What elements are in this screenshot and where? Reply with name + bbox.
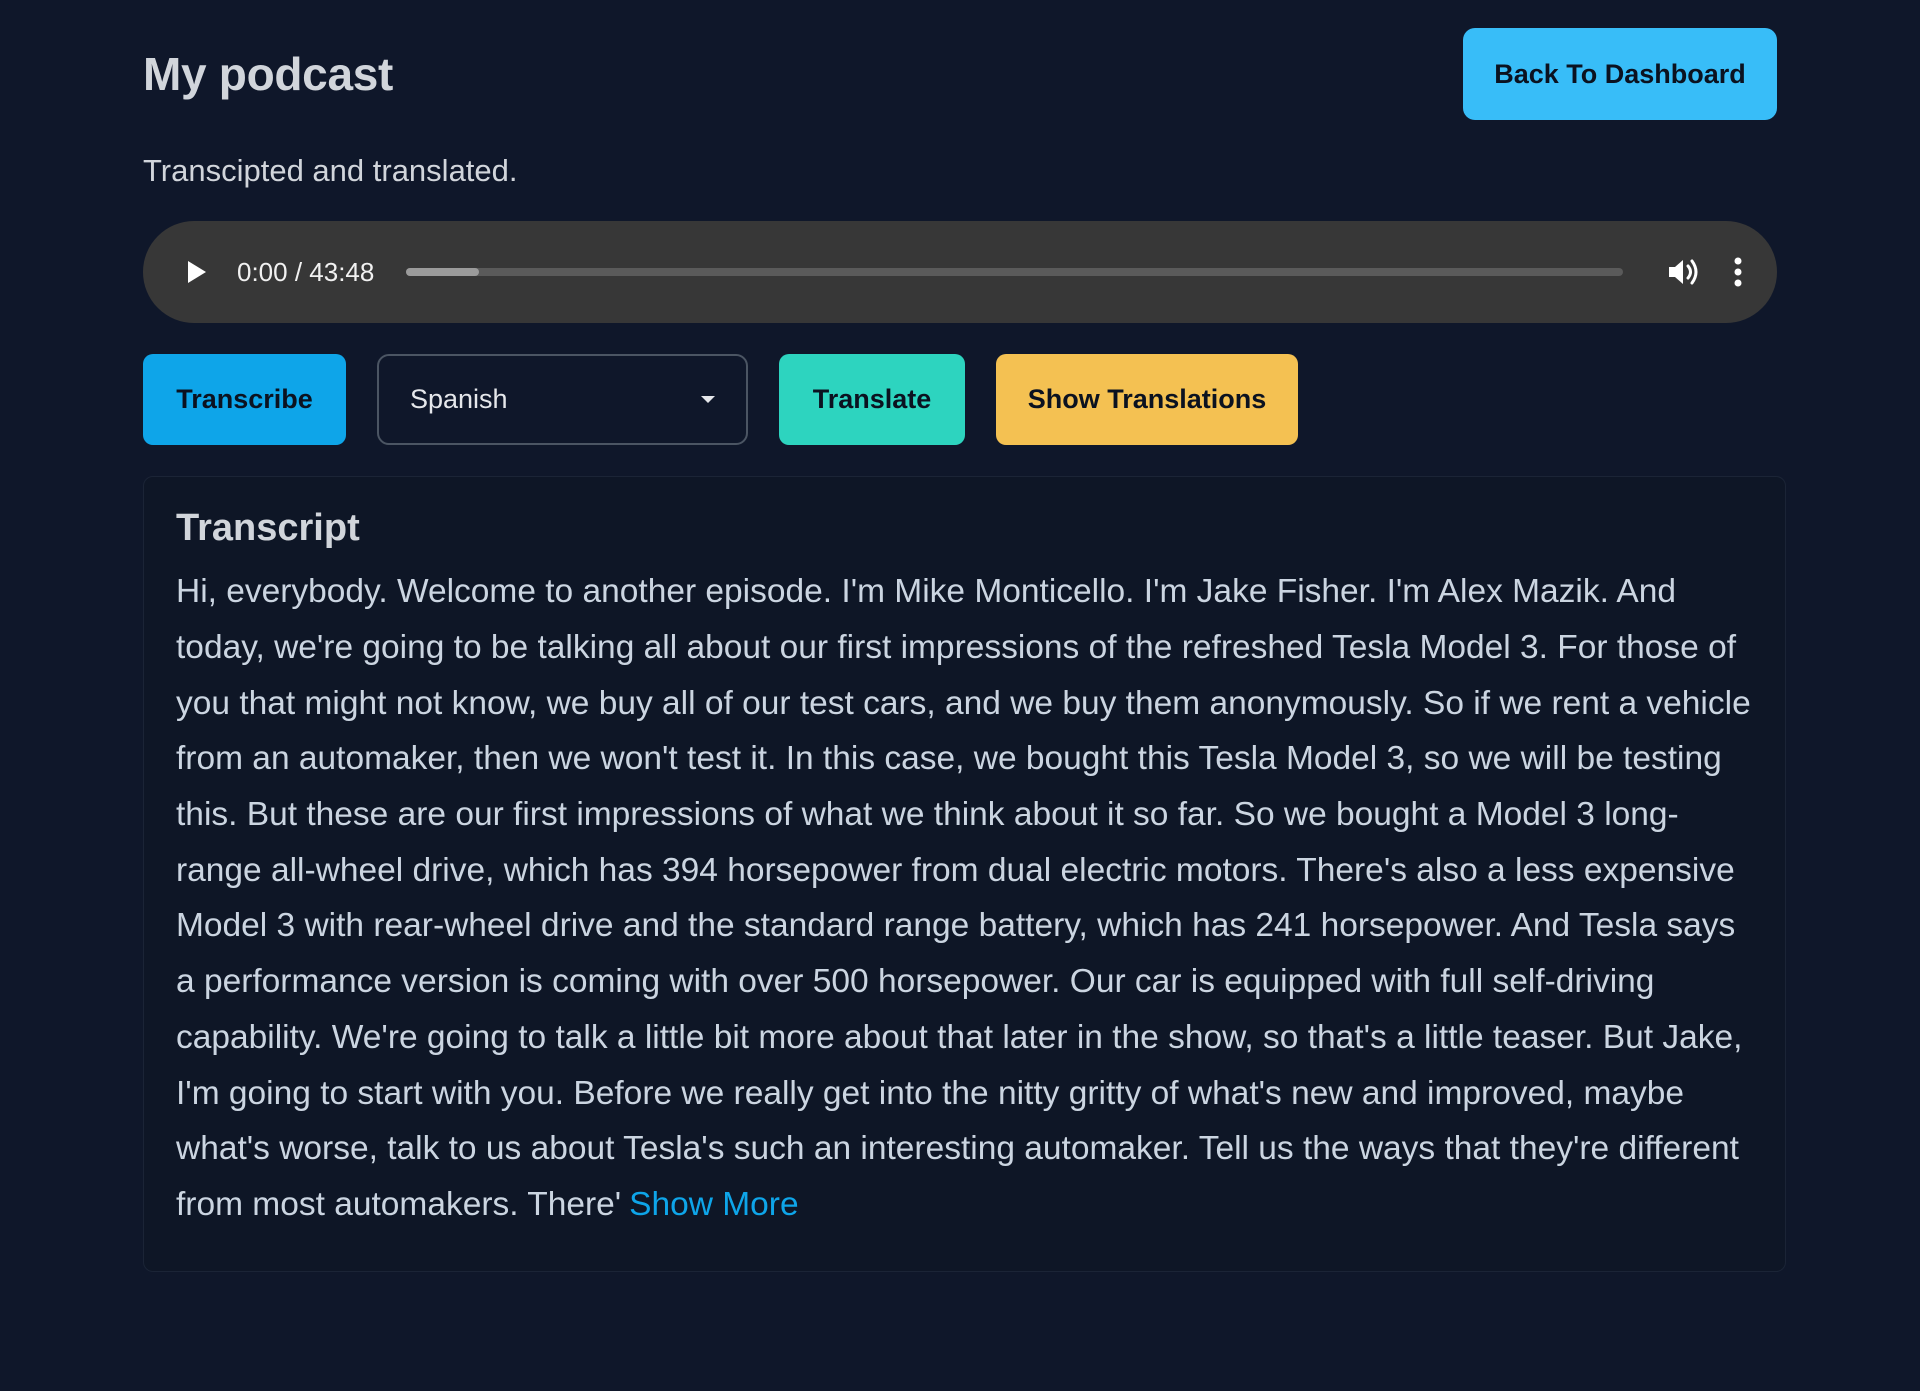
page-header: My podcast Back To Dashboard <box>143 0 1777 120</box>
transcribe-button[interactable]: Transcribe <box>143 354 346 446</box>
more-vertical-icon[interactable] <box>1733 257 1743 287</box>
transcript-text: Hi, everybody. Welcome to another episod… <box>176 564 1753 1232</box>
buffered-progress <box>406 268 480 277</box>
transcript-card: Transcript Hi, everybody. Welcome to ano… <box>143 476 1786 1272</box>
page-title: My podcast <box>143 48 394 100</box>
time-display: 0:00 / 43:48 <box>237 256 375 287</box>
language-select[interactable]: Spanish <box>377 354 748 446</box>
seek-bar[interactable] <box>406 268 1623 277</box>
action-controls: Transcribe Spanish Translate Show Transl… <box>143 354 1777 446</box>
play-icon[interactable] <box>179 254 215 290</box>
audio-player: 0:00 / 43:48 <box>143 221 1777 324</box>
back-to-dashboard-button[interactable]: Back To Dashboard <box>1463 28 1777 120</box>
volume-icon[interactable] <box>1667 257 1701 287</box>
podcast-page: My podcast Back To Dashboard Transcipted… <box>0 0 1920 1391</box>
translate-button[interactable]: Translate <box>779 354 965 446</box>
show-translations-button[interactable]: Show Translations <box>996 354 1298 446</box>
transcript-body: Hi, everybody. Welcome to another episod… <box>176 573 1751 1223</box>
chevron-down-icon <box>701 395 715 403</box>
language-select-value: Spanish <box>410 384 508 415</box>
page-subtitle: Transcipted and translated. <box>143 153 518 188</box>
show-more-link[interactable]: Show More <box>629 1186 798 1223</box>
transcript-title: Transcript <box>176 507 360 550</box>
